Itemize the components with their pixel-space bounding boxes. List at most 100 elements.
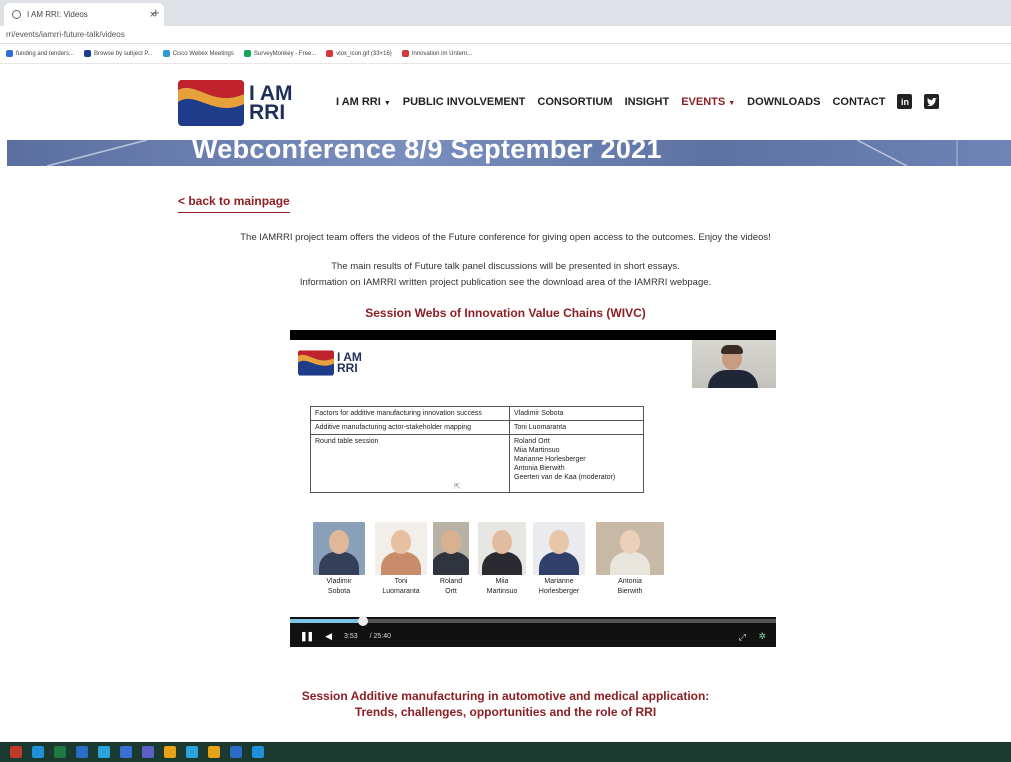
bookmark-label: vlox_icon.gif (33×16) — [336, 50, 392, 57]
speaker-name: Antonia Bierwith — [617, 578, 643, 595]
agenda-speakers: Vladimir Sobota — [509, 406, 644, 421]
speaker-name: Marianne Horlesberger — [538, 578, 580, 595]
summary-line-1: The main results of Future talk panel di… — [331, 261, 680, 272]
agenda-row: Factors for additive manufacturing innov… — [310, 406, 644, 421]
nav-label: I AM RRI — [336, 95, 381, 108]
main-nav: in I AM RRI ▼ PUBLIC INVOLVEMENT CONSORTIUM… — [336, 94, 940, 109]
nav-item-consortium[interactable]: CONSORTIUM — [537, 96, 612, 108]
current-time: 3:53 — [344, 633, 358, 640]
nav-item-insight[interactable]: INSIGHT — [625, 96, 670, 108]
taskbar-app-icon[interactable] — [252, 746, 264, 758]
bookmark-favicon-icon — [6, 50, 13, 57]
globe-icon — [12, 10, 21, 19]
agenda-topic: Round table session — [310, 434, 510, 493]
nav-label: PUBLIC INVOLVEMENT — [402, 95, 526, 108]
bookmark-label: funding and tenders... — [16, 50, 75, 57]
webcam-presenter-thumbnail — [692, 340, 776, 388]
nav-label: DOWNLOADS — [747, 95, 821, 108]
speaker-card: Vladimir Sobota — [308, 522, 370, 597]
linkedin-icon[interactable]: in — [897, 94, 913, 109]
hero-banner: Webconference 8/9 September 2021 — [7, 140, 1011, 166]
bookmark-item[interactable]: SurveyMonkey - Free... — [243, 50, 316, 57]
new-tab-button[interactable]: + — [152, 5, 160, 20]
taskbar-app-icon[interactable] — [120, 746, 132, 758]
taskbar-app-icon[interactable] — [76, 746, 88, 758]
bookmark-item[interactable]: funding and tenders... — [6, 50, 74, 57]
nav-item-contact[interactable]: CONTACT — [832, 96, 885, 108]
logo-text: I AM RRI — [249, 83, 293, 123]
agenda-speakers: Roland Ortt Miia Martinsuo Marianne Horl… — [509, 434, 644, 493]
browser-tab[interactable]: I AM RRI: Videos × — [4, 3, 164, 26]
twitter-icon[interactable] — [924, 94, 940, 109]
speaker-photo — [375, 522, 427, 575]
bookmark-label: Browse by subject P... — [94, 50, 153, 57]
taskbar-app-icon[interactable] — [98, 746, 110, 758]
session-title-am-line1: Session Additive manufacturing in automo… — [301, 689, 710, 703]
speaker-card: Marianne Horlesberger — [528, 522, 590, 597]
speaker-photo — [433, 522, 469, 575]
speaker-name: Roland Ortt — [439, 578, 463, 595]
agenda-speakers: Toni Luomaranta — [509, 420, 644, 435]
nav-label: EVENTS — [681, 95, 726, 108]
speaker-photo — [596, 522, 664, 575]
nav-item-events[interactable]: EVENTS ▼ — [681, 96, 735, 108]
settings-gear-icon[interactable]: ✲ — [758, 631, 766, 642]
video-controls: ❚❚ ◀ 3:53 / 25:40 ⤢ ✲ — [290, 616, 776, 647]
bookmarks-bar: funding and tenders... Browse by subject … — [0, 44, 1011, 64]
bookmark-favicon-icon — [243, 50, 251, 57]
back-to-mainpage-link[interactable]: < back to mainpage — [178, 194, 290, 213]
volume-icon[interactable]: ◀ — [325, 631, 332, 642]
taskbar-app-icon[interactable] — [164, 746, 176, 758]
taskbar-app-icon[interactable] — [142, 746, 154, 758]
banner-title: Webconference 8/9 September 2021 — [192, 140, 662, 164]
pause-icon[interactable]: ❚❚ — [300, 631, 314, 642]
seek-knob[interactable] — [358, 616, 369, 626]
taskbar-app-icon[interactable] — [230, 746, 242, 758]
bookmark-favicon-icon — [401, 50, 409, 57]
nav-item-downloads[interactable]: DOWNLOADS — [747, 96, 820, 108]
seek-bar[interactable] — [290, 616, 776, 626]
bookmark-item[interactable]: vlox_icon.gif (33×16) — [326, 50, 392, 57]
speaker-name: Miia Martinsuo — [486, 578, 518, 595]
bookmark-label: Cisco Webex Meetings — [172, 50, 234, 57]
video-logo-text: I AM RRI — [337, 351, 362, 374]
agenda-topic: Factors for additive manufacturing innov… — [310, 406, 510, 421]
speaker-photo — [478, 522, 526, 575]
video-logo: I AM RRI — [298, 350, 362, 376]
fullscreen-icon[interactable]: ⤢ — [739, 632, 746, 643]
bookmark-item[interactable]: Cisco Webex Meetings — [162, 50, 234, 57]
speaker-name: Vladimir Sobota — [326, 578, 352, 595]
speaker-card: Roland Ortt — [428, 522, 474, 597]
bookmark-favicon-icon — [162, 50, 170, 57]
speaker-card: Toni Luomaranta — [370, 522, 432, 597]
taskbar-app-icon[interactable] — [208, 746, 220, 758]
taskbar-app-icon[interactable] — [32, 746, 44, 758]
site-logo[interactable]: I AM RRI — [178, 80, 293, 126]
nav-label: CONTACT — [832, 95, 886, 108]
mouse-cursor-icon: ⇱ — [454, 482, 461, 491]
video-player[interactable]: I AM RRI Factors for additive manufactur… — [290, 330, 776, 647]
caret-down-icon: ▼ — [383, 99, 391, 107]
intro-text: The IAMRRI project team offers the video… — [240, 232, 771, 243]
speaker-photo — [533, 522, 585, 575]
nav-label: CONSORTIUM — [537, 95, 613, 108]
agenda-table: Factors for additive manufacturing innov… — [310, 406, 644, 493]
bookmark-item[interactable]: Browse by subject P... — [84, 50, 153, 57]
browser-tabbar: I AM RRI: Videos × + — [0, 0, 1011, 26]
tab-title: I AM RRI: Videos — [27, 10, 88, 19]
speaker-name: Toni Luomaranta — [382, 578, 420, 595]
address-bar[interactable]: rri/events/iamrri-future-talk/videos — [0, 26, 1011, 44]
speaker-card: Miia Martinsuo — [473, 522, 531, 597]
session-title-am-line2: Trends, challenges, opportunities and th… — [354, 705, 657, 719]
taskbar-app-icon[interactable] — [186, 746, 198, 758]
bookmark-item[interactable]: Innovation im Untern... — [401, 50, 472, 57]
agenda-row: Round table session Roland Ortt Miia Mart… — [310, 434, 644, 493]
taskbar-app-icon[interactable] — [10, 746, 22, 758]
agenda-row: Additive manufacturing actor-stakeholder… — [310, 420, 644, 435]
nav-item-i-am-rri[interactable]: I AM RRI ▼ — [336, 96, 391, 108]
taskbar-app-icon[interactable] — [54, 746, 66, 758]
speaker-card: Antonia Bierwith — [591, 522, 669, 597]
nav-item-public-involvement[interactable]: PUBLIC INVOLVEMENT — [403, 96, 526, 108]
session-title-wivc: Session Webs of Innovation Value Chains … — [365, 306, 646, 320]
speaker-photos: Vladimir Sobota Toni Luomaranta Roland Ort… — [308, 522, 668, 614]
